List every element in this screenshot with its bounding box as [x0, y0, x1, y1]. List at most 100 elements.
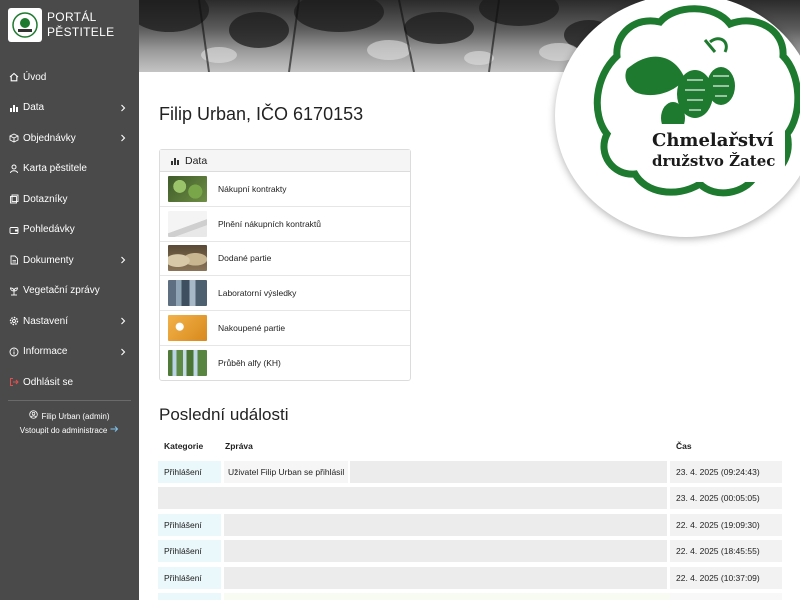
table-row: Přihlášení Uživatel Filip Urban se přihl… — [158, 460, 782, 483]
admin-link[interactable]: Vstoupit do administrace — [20, 424, 120, 438]
row-cas: 23. 4. 2025 (00:05:05) — [670, 487, 782, 509]
row-zprava-fill — [350, 460, 667, 483]
sidebar-item-label: Informace — [23, 346, 68, 358]
sidebar-item-label: Data — [23, 102, 45, 114]
sidebar-item-informace[interactable]: Informace — [0, 337, 139, 368]
sacks-thumbnail — [168, 245, 207, 272]
sidebar-item-dotazniky[interactable]: Dotazníky — [0, 184, 139, 215]
page-title: Filip Urban, IČO 6170153 — [159, 104, 364, 124]
arrow-right-icon — [110, 424, 119, 438]
gear-icon — [9, 316, 19, 326]
data-item-label: Průběh alfy (KH) — [218, 358, 281, 369]
wallet-icon — [9, 225, 19, 235]
sidebar-item-uvod[interactable]: Úvod — [0, 62, 139, 93]
sidebar-divider — [8, 399, 131, 401]
row-kategorie: Přihlášení — [158, 513, 221, 536]
sidebar-item-nastaveni[interactable]: Nastavení — [0, 306, 139, 337]
row-zprava-cell — [221, 566, 670, 589]
sidebar-item-odhlasit[interactable]: Odhlásit se — [0, 367, 139, 398]
sidebar-item-data[interactable]: Data — [0, 93, 139, 124]
logout-icon — [9, 377, 19, 387]
data-item-label: Laboratorní výsledky — [218, 288, 297, 299]
sidebar-item-label: Objednávky — [23, 132, 76, 144]
row-cas: 22. 4. 2025 (19:09:30) — [670, 513, 782, 536]
data-card: Data Nákupní kontrakty Plnění nákupních … — [159, 149, 411, 381]
sidebar-item-label: Dokumenty — [23, 254, 74, 266]
events-header-row: Kategorie Zpráva Čas — [158, 436, 782, 456]
sidebar-item-label: Dotazníky — [23, 193, 68, 205]
row-zprava-cell: Uživatel Filip Urban se přihlásil — [221, 460, 670, 483]
row-zprava-partial — [224, 593, 670, 600]
sidebar-item-pohledavky[interactable]: Pohledávky — [0, 215, 139, 246]
sidebar: PORTÁL PĚSTITELE Úvod Data Objednávky Ka… — [0, 0, 139, 600]
row-zprava — [224, 540, 667, 562]
data-item-nakupni-kontrakty[interactable]: Nákupní kontrakty — [160, 172, 410, 207]
plant-icon — [9, 286, 19, 296]
table-row: 23. 4. 2025 (00:05:05) — [158, 487, 782, 509]
table-row: Přihlášení 22. 4. 2025 (10:37:09) — [158, 566, 782, 589]
home-icon — [9, 72, 19, 82]
table-row-partial — [158, 593, 782, 600]
brand[interactable]: PORTÁL PĚSTITELE — [0, 0, 139, 50]
brand-line1: PORTÁL — [47, 10, 97, 24]
data-card-title: Data — [185, 154, 208, 167]
current-user: Filip Urban (admin) — [29, 409, 110, 424]
forms-icon — [9, 194, 19, 204]
row-cas: 23. 4. 2025 (09:24:43) — [670, 460, 782, 483]
events-table: Kategorie Zpráva Čas Přihlášení Uživatel… — [158, 436, 782, 600]
data-item-prubeh-alfy[interactable]: Průběh alfy (KH) — [160, 346, 410, 381]
sidebar-item-karta-pestitele[interactable]: Karta pěstitele — [0, 154, 139, 185]
row-kategorie-partial — [158, 593, 221, 600]
row-zprava-cell — [221, 513, 670, 536]
purchase-thumbnail — [168, 315, 207, 342]
info-icon — [9, 347, 19, 357]
box-icon — [9, 133, 19, 143]
sidebar-item-dokumenty[interactable]: Dokumenty — [0, 245, 139, 276]
row-cas: 22. 4. 2025 (10:37:09) — [670, 566, 782, 589]
admin-link-text: Vstoupit do administrace — [19, 425, 108, 435]
sidebar-item-label: Odhlásit se — [23, 376, 74, 388]
row-zprava — [221, 487, 667, 509]
brand-line2: PĚSTITELE — [47, 25, 115, 39]
row-kategorie: Přihlášení — [158, 460, 221, 483]
column-header-kategorie: Kategorie — [164, 441, 204, 451]
sidebar-item-label: Nastavení — [23, 315, 69, 327]
chevron-right-icon — [119, 348, 127, 356]
sidebar-item-label: Pohledávky — [23, 224, 75, 236]
hop-field-thumbnail — [168, 350, 207, 377]
data-item-dodane-partie[interactable]: Dodané partie — [160, 242, 410, 277]
row-cas-partial — [670, 593, 782, 600]
row-cas: 22. 4. 2025 (18:45:55) — [670, 540, 782, 562]
data-item-laboratorni-vysledky[interactable]: Laboratorní výsledky — [160, 276, 410, 312]
data-item-label: Plnění nákupních kontraktů — [218, 218, 322, 229]
row-kategorie — [158, 487, 221, 509]
data-item-plneni-kontraktu[interactable]: Plnění nákupních kontraktů — [160, 207, 410, 242]
sidebar-item-objednavky[interactable]: Objednávky — [0, 123, 139, 154]
data-card-header: Data — [160, 150, 410, 172]
chevron-right-icon — [119, 134, 127, 142]
table-row: Přihlášení 22. 4. 2025 (18:45:55) — [158, 540, 782, 562]
table-row: Přihlášení 22. 4. 2025 (19:09:30) — [158, 513, 782, 536]
user-circle-icon — [29, 409, 39, 424]
main-content: Filip Urban, IČO 6170153 Data Nákupní ko… — [139, 72, 800, 600]
row-kategorie: Přihlášení — [158, 566, 221, 589]
data-item-label: Dodané partie — [218, 253, 272, 264]
hops-thumbnail — [168, 175, 207, 202]
row-kategorie: Přihlášení — [158, 540, 221, 562]
events-title: Poslední události — [159, 405, 289, 424]
row-zprava — [224, 513, 667, 536]
data-item-nakoupene-partie[interactable]: Nakoupené partie — [160, 311, 410, 346]
brand-logo-icon — [8, 8, 42, 42]
row-zprava: Uživatel Filip Urban se přihlásil — [224, 460, 349, 483]
contract-thumbnail — [168, 210, 207, 237]
document-icon — [9, 255, 19, 265]
chevron-right-icon — [119, 256, 127, 264]
sidebar-item-vegetacni-zpravy[interactable]: Vegetační zprávy — [0, 276, 139, 307]
brand-title: PORTÁL PĚSTITELE — [47, 10, 114, 40]
column-header-zprava: Zpráva — [225, 441, 253, 451]
row-zprava — [224, 566, 667, 589]
data-item-label: Nakoupené partie — [218, 323, 286, 334]
bar-chart-icon — [170, 156, 180, 166]
data-item-label: Nákupní kontrakty — [218, 183, 287, 194]
column-header-cas: Čas — [676, 441, 692, 451]
